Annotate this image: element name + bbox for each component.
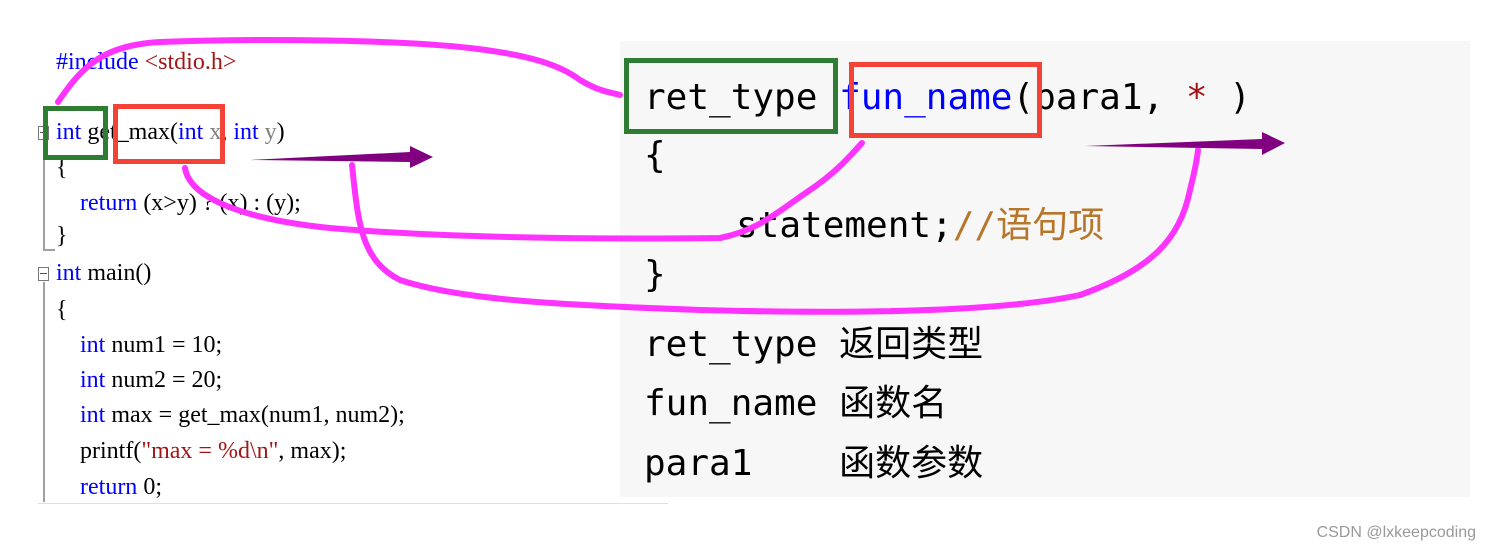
legend-term: fun_name (644, 383, 818, 424)
code-token: num2 = 20; (105, 367, 223, 393)
fold-guide-line (43, 282, 45, 502)
legend-desc: 函数名 (839, 383, 948, 424)
statement-line: statement;//语句项 (736, 196, 1104, 248)
code-token: return (56, 474, 138, 500)
code-token: int (56, 332, 106, 358)
star-token: * (1185, 77, 1208, 118)
code-token: max = get_max(num1, num2); (105, 402, 405, 428)
code-token: , max); (278, 438, 347, 464)
watermark: CSDN @lxkeepcoding (1316, 524, 1476, 541)
fold-toggle-main[interactable] (38, 267, 49, 281)
statement-token: statement; (736, 205, 953, 246)
divider (38, 503, 668, 504)
code-token: num1 = 10; (105, 332, 223, 358)
code-token: { (56, 297, 68, 323)
code-line: printf("max = %d\n", max); (56, 437, 346, 465)
code-token: int (56, 260, 82, 286)
code-line: int max = get_max(num1, num2); (56, 401, 405, 429)
code-token: 0; (137, 474, 162, 500)
legend-desc: 返回类型 (839, 324, 984, 365)
code-line: int num1 = 10; (56, 331, 222, 359)
legend-term: para1 (644, 443, 818, 484)
code-token: <stdio.h> (144, 49, 237, 75)
code-line: } (56, 222, 68, 250)
legend-row: ret_type 返回类型 (644, 315, 983, 367)
code-token: int (56, 367, 106, 393)
code-token: printf( (56, 438, 142, 464)
open-brace: { (644, 135, 666, 176)
code-line: int main() (56, 259, 151, 287)
code-token: int (233, 119, 259, 145)
return-type-highlight-left (43, 106, 108, 160)
fold-guide-end (43, 249, 55, 251)
close-brace: } (644, 254, 666, 295)
code-token: "max = %d\n" (141, 438, 279, 464)
code-token: return (56, 190, 138, 216)
comment-token: //语句项 (952, 205, 1105, 246)
code-line: return (x>y) ? (x) : (y); (56, 189, 301, 217)
code-token: #include (56, 49, 145, 75)
code-line: int num2 = 20; (56, 366, 222, 394)
code-line: return 0; (56, 473, 162, 501)
legend-term: ret_type (644, 324, 818, 365)
close-paren-token: ) (1207, 77, 1251, 118)
code-line: { (56, 296, 68, 324)
code-token: ) (276, 119, 285, 145)
code-line: #include <stdio.h> (56, 48, 236, 76)
code-token: main() (81, 260, 152, 286)
code-token: y (258, 119, 277, 145)
legend-desc: 函数参数 (839, 443, 984, 484)
legend-row: fun_name 函数名 (644, 374, 947, 426)
code-token: int (56, 402, 106, 428)
function-name-highlight-right (849, 62, 1042, 138)
return-type-highlight-right (624, 58, 838, 134)
code-token: } (56, 223, 68, 249)
function-name-highlight-left (113, 104, 225, 164)
left-code-panel: #include <stdio.h> int get_max(int x, int… (0, 0, 670, 510)
legend-row: para1 函数参数 (644, 434, 983, 486)
code-token: (x>y) ? (x) : (y); (137, 190, 301, 216)
